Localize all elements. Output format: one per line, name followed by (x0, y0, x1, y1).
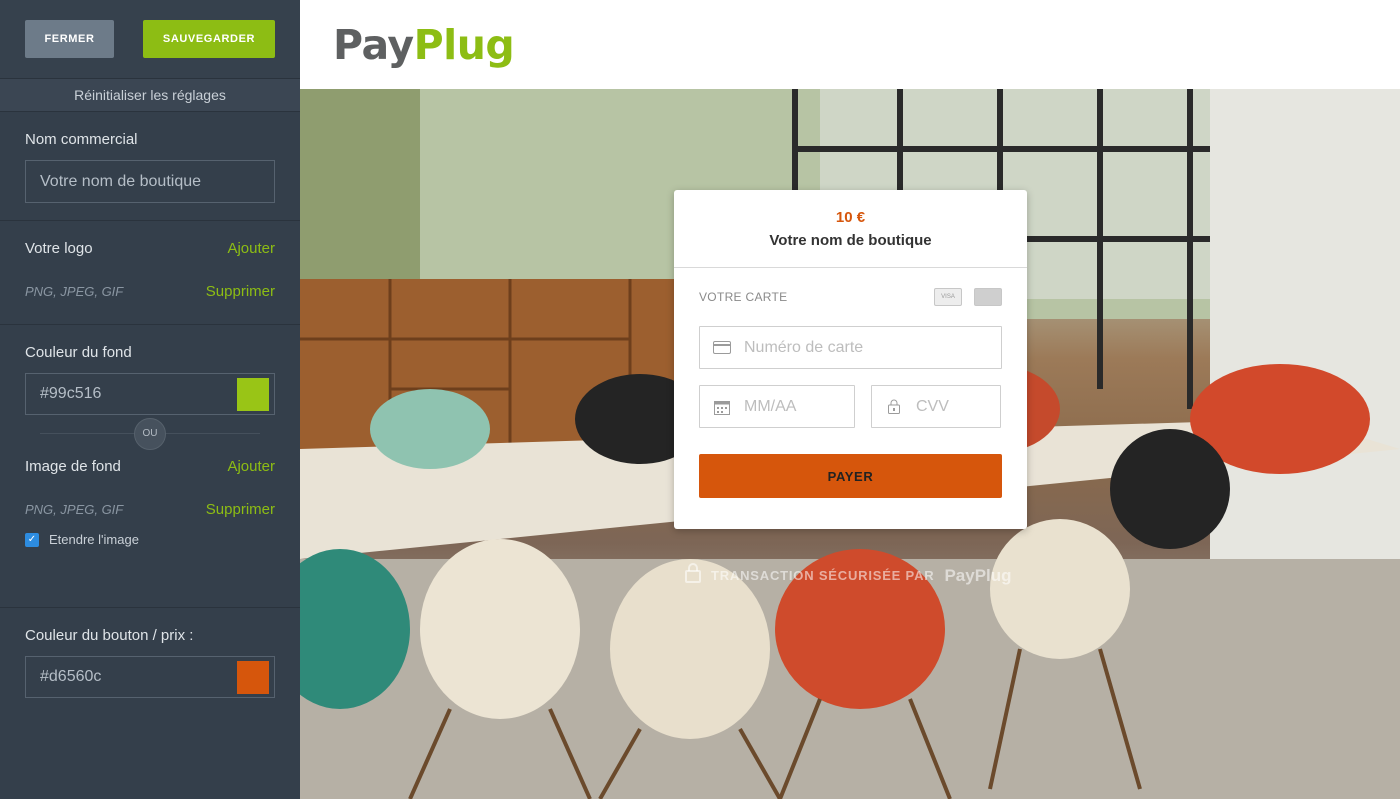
lock-icon (884, 399, 904, 414)
card-number-placeholder: Numéro de carte (744, 338, 864, 356)
bg-image-formats-hint: PNG, JPEG, GIF (25, 502, 124, 517)
secure-transaction-text: TRANSACTION SÉCURISÉE PAR (711, 568, 935, 583)
preview-header: PayPlug (300, 0, 1400, 89)
bg-image-label: Image de fond (25, 458, 121, 475)
visa-icon: VISA (934, 288, 962, 306)
secure-transaction-notice: TRANSACTION SÉCURISÉE PAR PayPlug (685, 563, 1012, 588)
secure-brand-label: PayPlug (944, 565, 1012, 585)
commercial-name-section: Nom commercial Votre nom de boutique (0, 112, 300, 221)
logo-section: Votre logo Ajouter PNG, JPEG, GIF Suppri… (0, 221, 300, 325)
logo-add-link[interactable]: Ajouter (227, 240, 275, 257)
button-color-label: Couleur du bouton / prix : (25, 627, 194, 644)
calendar-icon (712, 399, 732, 415)
bg-color-value: #99c516 (40, 385, 102, 402)
logo-formats-hint: PNG, JPEG, GIF (25, 284, 124, 299)
cvv-placeholder: CVV (916, 397, 949, 415)
background-section: Couleur du fond #99c516 OU Image de fond… (0, 325, 300, 608)
commercial-name-input[interactable]: Votre nom de boutique (25, 160, 275, 203)
button-color-value: #d6560c (40, 668, 102, 685)
sidebar-toolbar: FERMER SAUVEGARDER (0, 0, 300, 79)
bg-color-label: Couleur du fond (25, 344, 132, 361)
shop-name-label: Votre nom de boutique (769, 231, 932, 249)
price-label: 10 € (835, 208, 866, 226)
expiry-input[interactable]: MM/AA (699, 385, 855, 428)
bg-image-remove-link[interactable]: Supprimer (206, 501, 275, 518)
commercial-name-label: Nom commercial (25, 131, 138, 148)
card-number-input[interactable]: Numéro de carte (699, 326, 1002, 369)
reset-settings-link[interactable]: Réinitialiser les réglages (0, 79, 300, 112)
mastercard-icon (974, 288, 1002, 306)
pay-button[interactable]: PAYER (699, 454, 1002, 498)
logo-label: Votre logo (25, 240, 93, 257)
bg-color-swatch[interactable] (237, 378, 269, 411)
card-header: 10 € Votre nom de boutique (674, 190, 1027, 268)
lock-icon (685, 563, 701, 588)
logo-remove-link[interactable]: Supprimer (206, 283, 275, 300)
close-button[interactable]: FERMER (25, 20, 114, 58)
payment-card: 10 € Votre nom de boutique VOTRE CARTE V… (674, 190, 1027, 529)
bg-color-input[interactable]: #99c516 (25, 373, 275, 415)
card-section-label: VOTRE CARTE (699, 290, 788, 304)
save-button[interactable]: SAUVEGARDER (143, 20, 275, 58)
stretch-image-label: Etendre l'image (49, 532, 139, 547)
settings-sidebar: FERMER SAUVEGARDER Réinitialiser les rég… (0, 0, 300, 799)
button-color-input[interactable]: #d6560c (25, 656, 275, 698)
payplug-logo: PayPlug (333, 20, 515, 69)
stretch-image-checkbox[interactable]: ✓ (25, 532, 39, 547)
or-divider: OU (134, 417, 166, 450)
bg-image-add-link[interactable]: Ajouter (227, 458, 275, 475)
cvv-input[interactable]: CVV (871, 385, 1001, 428)
expiry-placeholder: MM/AA (744, 397, 797, 415)
payment-page-preview: PayPlug 10 € Votre nom de boutique VOTRE… (300, 0, 1400, 799)
button-color-section: Couleur du bouton / prix : #d6560c (0, 608, 300, 698)
button-color-swatch[interactable] (237, 661, 269, 694)
credit-card-icon (712, 341, 732, 354)
